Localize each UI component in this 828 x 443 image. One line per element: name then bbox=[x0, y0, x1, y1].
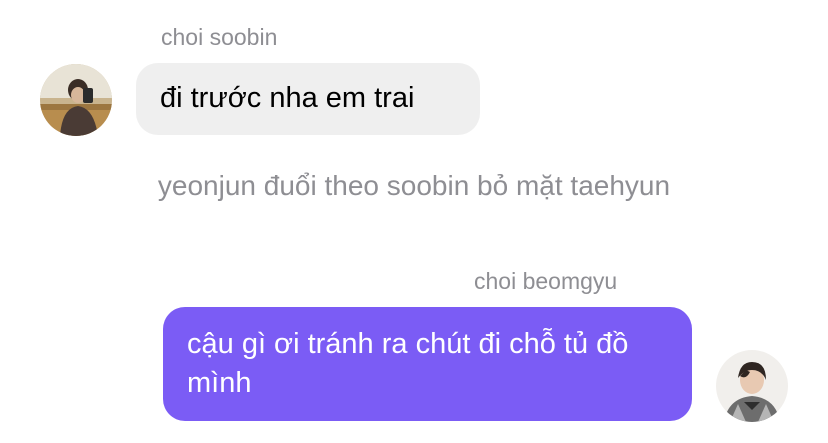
avatar-photo bbox=[40, 64, 112, 136]
message-bubble-incoming[interactable]: đi trước nha em trai bbox=[136, 63, 480, 135]
system-message: yeonjun đuổi theo soobin bỏ mặt taehyun bbox=[157, 170, 671, 201]
message-text: cậu gì ơi tránh ra chút đi chỗ tủ đồ mìn… bbox=[187, 328, 629, 399]
message-text: đi trước nha em trai bbox=[160, 82, 415, 114]
avatar-photo bbox=[716, 350, 788, 422]
message-bubble-outgoing[interactable]: cậu gì ơi tránh ra chút đi chỗ tủ đồ mìn… bbox=[163, 307, 692, 421]
sender-name: choi soobin bbox=[161, 24, 278, 50]
sender-avatar-soobin[interactable] bbox=[40, 64, 112, 136]
sender-name: choi beomgyu bbox=[474, 268, 618, 294]
sender-avatar-beomgyu[interactable] bbox=[716, 350, 788, 422]
